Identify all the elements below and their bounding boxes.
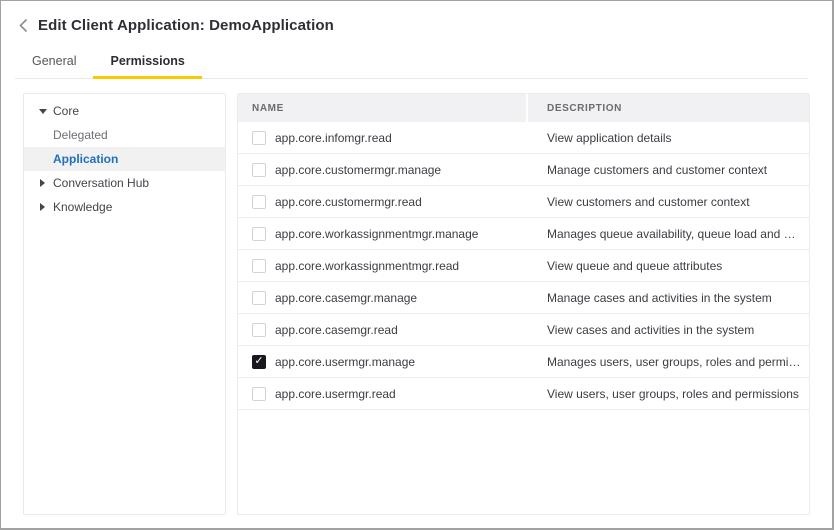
permission-checkbox[interactable]	[252, 323, 266, 337]
permission-name: app.core.usermgr.read	[275, 387, 396, 401]
edit-client-application-window: Edit Client Application: DemoApplication…	[0, 0, 834, 530]
permission-name-cell: app.core.usermgr.read	[238, 387, 526, 401]
table-row: app.core.workassignmentmgr.read View que…	[238, 250, 809, 282]
permission-description: View application details	[526, 131, 809, 145]
permission-checkbox[interactable]	[252, 227, 266, 241]
triangle-down-icon	[39, 109, 47, 114]
table-row: app.core.casemgr.read View cases and act…	[238, 314, 809, 346]
table-row: app.core.workassignmentmgr.manage Manage…	[238, 218, 809, 250]
tab-general[interactable]: General	[15, 46, 93, 78]
permission-description: Manages users, user groups, roles and pe…	[526, 355, 809, 369]
permission-checkbox[interactable]	[252, 387, 266, 401]
expand-toggle-icon[interactable]	[38, 203, 47, 211]
permission-name: app.core.workassignmentmgr.manage	[275, 227, 478, 241]
tree-item-delegated[interactable]: Delegated	[24, 123, 225, 147]
permission-name-cell: app.core.casemgr.manage	[238, 291, 526, 305]
expand-toggle-icon[interactable]	[38, 109, 47, 114]
tree-item-label: Delegated	[53, 128, 108, 142]
back-button[interactable]	[17, 17, 29, 33]
permission-name-cell: app.core.customermgr.manage	[238, 163, 526, 177]
permission-name: app.core.workassignmentmgr.read	[275, 259, 459, 273]
permissions-content: Core Delegated Application Conversation …	[23, 93, 810, 515]
permission-name-cell: app.core.infomgr.read	[238, 131, 526, 145]
triangle-right-icon	[40, 179, 45, 187]
permission-name-cell: app.core.customermgr.read	[238, 195, 526, 209]
tree-item-application[interactable]: Application	[24, 147, 225, 171]
column-header-name: NAME	[238, 94, 526, 122]
permission-description: View queue and queue attributes	[526, 259, 809, 273]
tab-permissions[interactable]: Permissions	[93, 46, 201, 78]
tree-item-label: Conversation Hub	[53, 176, 149, 190]
permission-name: app.core.infomgr.read	[275, 131, 392, 145]
permission-name: app.core.customermgr.manage	[275, 163, 441, 177]
permission-name-cell: app.core.workassignmentmgr.manage	[238, 227, 526, 241]
tree-item-label: Knowledge	[53, 200, 112, 214]
page-title: Edit Client Application: DemoApplication	[38, 17, 334, 34]
permission-checkbox[interactable]	[252, 195, 266, 209]
table-row: app.core.customermgr.read View customers…	[238, 186, 809, 218]
table-row: app.core.usermgr.manage Manages users, u…	[238, 346, 809, 378]
permission-name: app.core.casemgr.manage	[275, 291, 417, 305]
expand-toggle-icon[interactable]	[38, 179, 47, 187]
permission-checkbox[interactable]	[252, 163, 266, 177]
table-row: app.core.usermgr.read View users, user g…	[238, 378, 809, 410]
permission-description: View users, user groups, roles and permi…	[526, 387, 809, 401]
permission-description: Manages queue availability, queue load a…	[526, 227, 809, 241]
permission-description: View cases and activities in the system	[526, 323, 809, 337]
permission-checkbox[interactable]	[252, 355, 266, 369]
table-header: NAME DESCRIPTION	[238, 94, 809, 122]
permissions-category-tree: Core Delegated Application Conversation …	[23, 93, 226, 515]
permission-name-cell: app.core.casemgr.read	[238, 323, 526, 337]
permission-name-cell: app.core.usermgr.manage	[238, 355, 526, 369]
triangle-right-icon	[40, 203, 45, 211]
column-header-description: DESCRIPTION	[528, 94, 809, 122]
page-header: Edit Client Application: DemoApplication	[1, 1, 832, 35]
permission-checkbox[interactable]	[252, 259, 266, 273]
permission-checkbox[interactable]	[252, 291, 266, 305]
permission-description: Manage customers and customer context	[526, 163, 809, 177]
permission-checkbox[interactable]	[252, 131, 266, 145]
permission-name-cell: app.core.workassignmentmgr.read	[238, 259, 526, 273]
table-row: app.core.customermgr.manage Manage custo…	[238, 154, 809, 186]
tree-item-label: Core	[53, 104, 79, 118]
tab-bar: General Permissions	[15, 46, 808, 79]
table-row: app.core.casemgr.manage Manage cases and…	[238, 282, 809, 314]
permission-description: Manage cases and activities in the syste…	[526, 291, 809, 305]
permission-name: app.core.usermgr.manage	[275, 355, 415, 369]
tree-item-conversation-hub[interactable]: Conversation Hub	[24, 171, 225, 195]
chevron-left-icon	[19, 18, 28, 33]
table-row: app.core.infomgr.read View application d…	[238, 122, 809, 154]
tree-item-core[interactable]: Core	[24, 99, 225, 123]
permission-name: app.core.casemgr.read	[275, 323, 398, 337]
tree-item-label: Application	[53, 152, 118, 166]
permissions-table: NAME DESCRIPTION app.core.infomgr.read V…	[237, 93, 810, 515]
permission-name: app.core.customermgr.read	[275, 195, 422, 209]
tree-item-knowledge[interactable]: Knowledge	[24, 195, 225, 219]
permission-description: View customers and customer context	[526, 195, 809, 209]
